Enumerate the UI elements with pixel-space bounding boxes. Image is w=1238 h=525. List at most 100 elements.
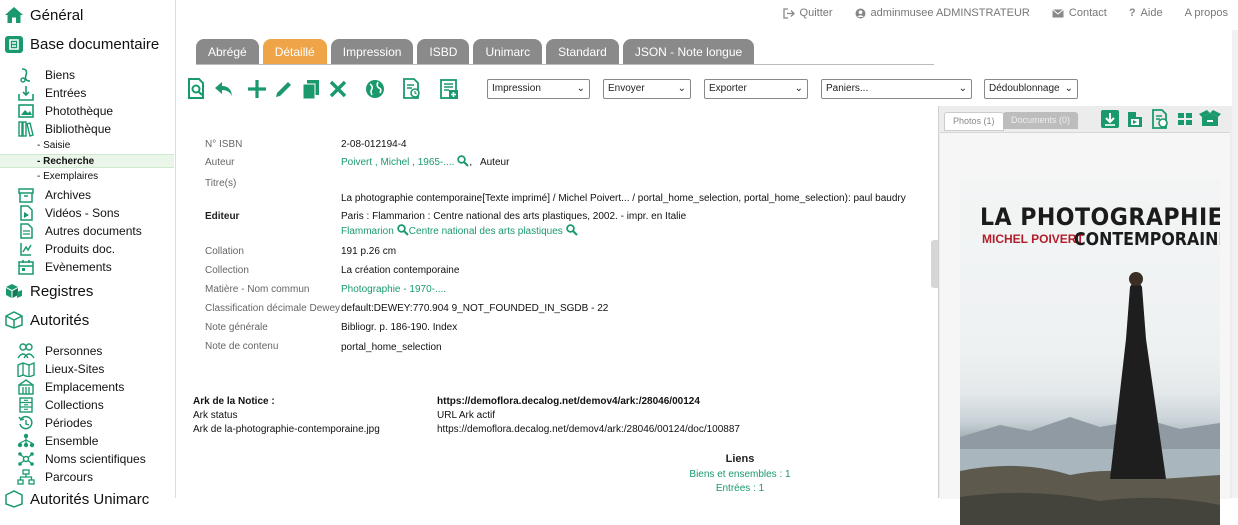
- isbn-value: 2-08-012194-4: [341, 139, 407, 150]
- sidebar-item-parcours[interactable]: Parcours: [17, 469, 93, 485]
- sidebar-item-entrees[interactable]: Entrées: [17, 85, 86, 101]
- sidebar-item-archives[interactable]: Archives: [17, 187, 91, 203]
- user-link[interactable]: adminmusee ADMINSTRATEUR: [855, 7, 1030, 19]
- sidebar-item-videos[interactable]: Vidéos - Sons: [17, 205, 120, 221]
- sidebar-item-biens[interactable]: Biens: [17, 67, 75, 83]
- liens-biens-link[interactable]: Biens et ensembles : 1: [640, 469, 840, 480]
- book-cover-image[interactable]: LA PHOTOGRAPHIE MICHEL POIVERT CONTEMPOR…: [960, 179, 1220, 525]
- network-icon: [17, 451, 35, 467]
- dedoublonnage-select[interactable]: Dédoublonnage ⌄: [984, 79, 1078, 99]
- cnap-link[interactable]: Centre national des arts plastiques: [409, 226, 563, 237]
- quit-link[interactable]: Quitter: [782, 7, 833, 19]
- download-button[interactable]: [1099, 108, 1121, 130]
- flammarion-link[interactable]: Flammarion: [341, 226, 394, 237]
- ark-file-url[interactable]: https://demoflora.decalog.net/demov4/ark…: [437, 424, 740, 435]
- sidebar-item-label: Entrées: [45, 86, 87, 100]
- ark-url[interactable]: https://demoflora.decalog.net/demov4/ark…: [437, 396, 700, 407]
- sidebar-sub-recherche[interactable]: - Recherche: [0, 154, 174, 168]
- media-history-button[interactable]: [1149, 108, 1171, 130]
- undo-button[interactable]: [211, 76, 237, 102]
- sidebar-item-collections[interactable]: Collections: [17, 397, 104, 413]
- open-folder-button[interactable]: [1199, 108, 1221, 130]
- nav-registres-label: Registres: [30, 282, 94, 300]
- sidebar-item-label: Biens: [45, 68, 76, 82]
- sidebar-item-emplacements[interactable]: Emplacements: [17, 379, 124, 395]
- liens-entrees-link[interactable]: Entrées : 1: [640, 483, 840, 494]
- dewey-value: default:DEWEY:770.904 9_NOT_FOUNDED_IN_S…: [341, 303, 609, 314]
- box-icon: [4, 489, 24, 509]
- impression-select[interactable]: Impression ⌄: [487, 79, 590, 99]
- editeur-links: Flammarion Centre national des arts plast…: [341, 224, 578, 239]
- sidebar-sub-saisie[interactable]: - Saisie: [37, 139, 70, 153]
- sidebar-item-autres-documents[interactable]: Autres documents: [17, 223, 142, 239]
- nav-registres[interactable]: Registres: [4, 281, 93, 301]
- tab-impression[interactable]: Impression: [330, 39, 414, 64]
- search-icon[interactable]: [457, 155, 470, 170]
- preview-button[interactable]: [184, 76, 210, 102]
- record-add-button[interactable]: [436, 76, 462, 102]
- nav-autorites-unimarc[interactable]: Autorités Unimarc: [4, 489, 149, 509]
- media-import-button[interactable]: [1124, 108, 1146, 130]
- sidebar-item-lieux-sites[interactable]: Lieux-Sites: [17, 361, 104, 377]
- photographie-link[interactable]: Photographie: [341, 284, 401, 295]
- period-link[interactable]: 1970-....: [409, 284, 446, 295]
- sidebar-item-evenements[interactable]: Evènements: [17, 259, 112, 275]
- matiere-label: Matière - Nom commun: [205, 284, 310, 295]
- page-scrollbar[interactable]: [1232, 30, 1238, 498]
- help-link[interactable]: ? Aide: [1129, 7, 1163, 19]
- sidebar-item-label: Bibliothèque: [45, 122, 112, 136]
- nav-base-label: Base documentaire: [30, 35, 160, 53]
- add-button[interactable]: [244, 76, 270, 102]
- auteur-link[interactable]: Poivert , Michel , 1965-....: [341, 157, 454, 168]
- sidebar-item-phototheque[interactable]: Photothèque: [17, 103, 113, 119]
- collation-value: 191 p.26 cm: [341, 246, 397, 257]
- sidebar-item-label: Photothèque: [45, 104, 114, 118]
- sidebar-item-noms-scientifiques[interactable]: Noms scientifiques: [17, 451, 146, 467]
- sidebar-item-personnes[interactable]: Personnes: [17, 343, 102, 359]
- collection-value: La création contemporaine: [341, 265, 460, 276]
- sidebar: Général Base documentaire Biens Entrées …: [0, 0, 176, 508]
- library-icon: [17, 121, 35, 137]
- box-open-icon: [1199, 110, 1221, 126]
- auteur-label: Auteur: [205, 157, 235, 168]
- web-button[interactable]: [362, 76, 388, 102]
- exporter-select[interactable]: Exporter ⌄: [704, 79, 808, 99]
- dewey-label: Classification décimale Dewey: [205, 303, 341, 314]
- tab-documents[interactable]: Documents (0): [1003, 112, 1079, 129]
- sidebar-item-produits-doc[interactable]: Produits doc.: [17, 241, 115, 257]
- sidebar-sub-exemplaires[interactable]: - Exemplaires: [37, 170, 98, 184]
- grid-view-button[interactable]: [1174, 108, 1196, 130]
- sidebar-item-ensemble[interactable]: Ensemble: [17, 433, 98, 449]
- sidebar-item-bibliotheque[interactable]: Bibliothèque: [17, 121, 111, 137]
- cabinet-icon: [17, 397, 35, 413]
- nav-general[interactable]: Général: [4, 5, 83, 25]
- search-icon[interactable]: [397, 224, 409, 239]
- delete-button[interactable]: [325, 76, 351, 102]
- ark-file-label: Ark de la-photographie-contemporaine.jpg: [193, 424, 380, 435]
- nav-autorites-unimarc-label: Autorités Unimarc: [30, 490, 150, 508]
- book-icon: [4, 34, 24, 54]
- contact-link[interactable]: Contact: [1052, 7, 1107, 19]
- edit-button[interactable]: [271, 76, 297, 102]
- envoyer-select[interactable]: Envoyer ⌄: [603, 79, 691, 99]
- nav-base-documentaire[interactable]: Base documentaire: [4, 34, 159, 54]
- tab-detaille[interactable]: Détaillé: [262, 39, 327, 64]
- about-link[interactable]: A propos: [1185, 7, 1228, 19]
- nav-autorites[interactable]: Autorités: [4, 310, 89, 330]
- paniers-select[interactable]: Paniers... ⌄: [821, 79, 972, 99]
- sidebar-item-periodes[interactable]: Périodes: [17, 415, 92, 431]
- tab-photos[interactable]: Photos (1): [944, 112, 1004, 131]
- map-icon: [17, 361, 35, 377]
- tab-abrege[interactable]: Abrégé: [196, 39, 259, 64]
- tab-isbd[interactable]: ISBD: [417, 39, 470, 64]
- tab-standard[interactable]: Standard: [546, 39, 619, 64]
- duplicate-button[interactable]: [298, 76, 324, 102]
- search-icon[interactable]: [566, 224, 578, 239]
- record-history-button[interactable]: [399, 76, 425, 102]
- product-icon: [17, 241, 35, 257]
- sidebar-item-label: Vidéos - Sons: [45, 206, 120, 220]
- photo-icon: [17, 103, 35, 119]
- tab-json-note-longue[interactable]: JSON - Note longue: [622, 39, 755, 64]
- chevron-down-icon: ⌄: [1064, 83, 1073, 94]
- tab-unimarc[interactable]: Unimarc: [473, 39, 543, 64]
